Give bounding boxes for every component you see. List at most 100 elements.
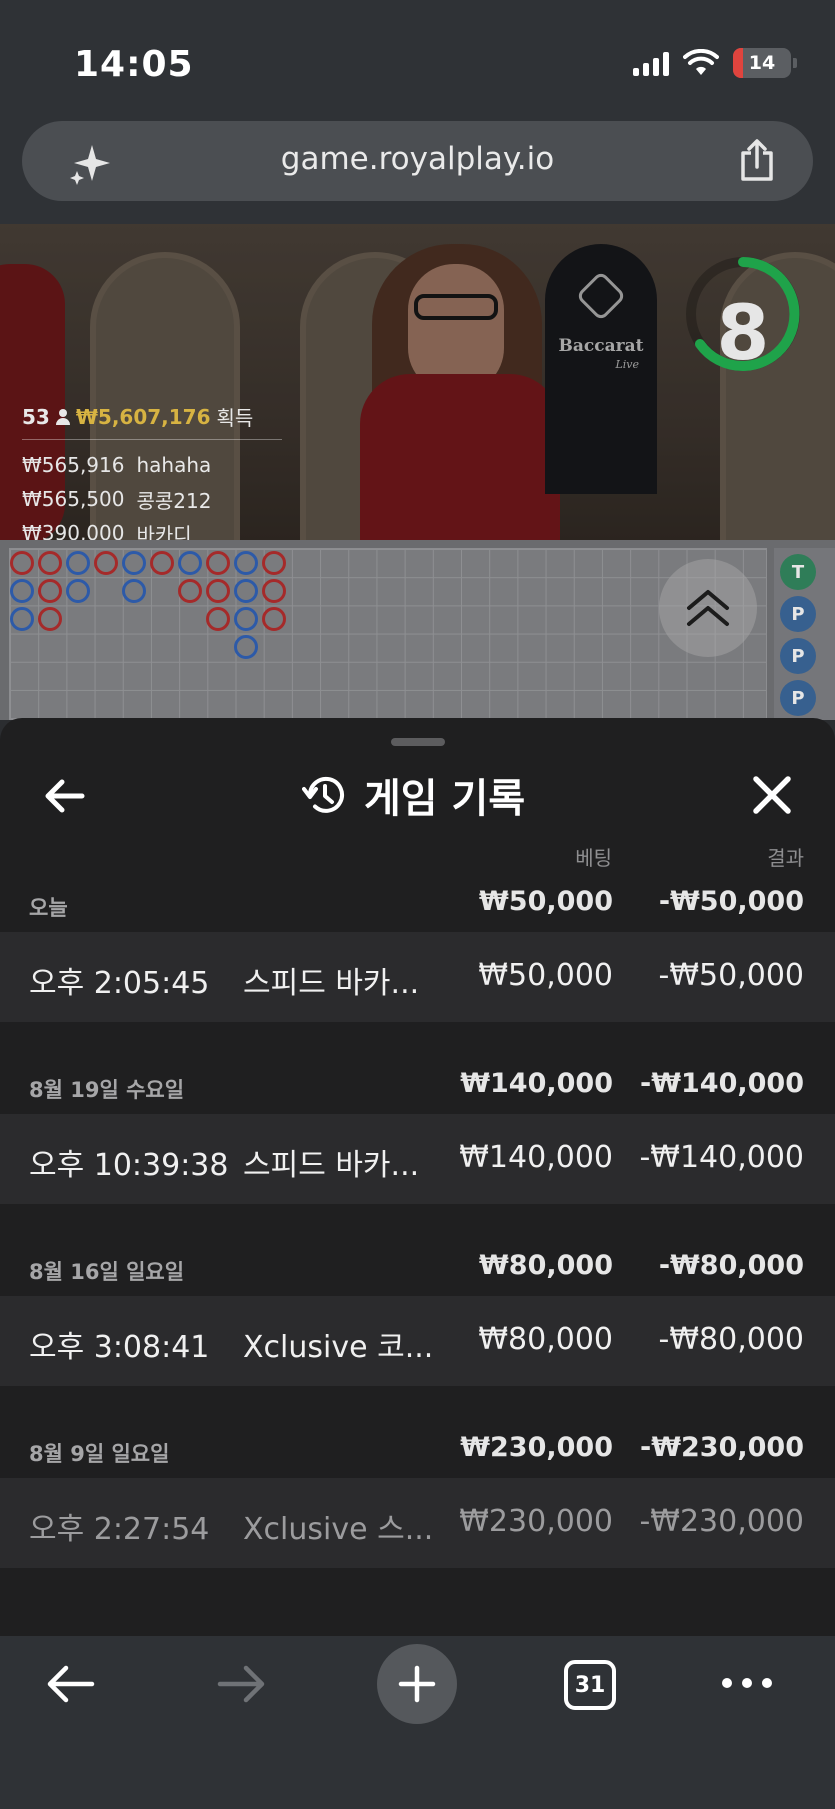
browser-forward-icon[interactable] <box>216 1662 268 1706</box>
status-time: 14:05 <box>74 44 194 85</box>
live-video[interactable]: Baccarat Live 8 53 ₩5,607,176 획득 ₩565,91… <box>0 224 835 540</box>
banker-bead <box>178 579 202 603</box>
group-bet-total: ₩50,000 <box>479 886 613 917</box>
player-bead <box>122 579 146 603</box>
group-result-total: -₩140,000 <box>640 1068 804 1099</box>
row-bet: ₩50,000 <box>478 958 613 993</box>
winner-name: 콩콩212 <box>136 488 212 513</box>
player-bead <box>234 635 258 659</box>
row-result: -₩230,000 <box>639 1504 804 1539</box>
sheet-title: 게임 기록 <box>302 766 525 824</box>
row-result: -₩80,000 <box>658 1322 804 1357</box>
player-bead <box>234 579 258 603</box>
winner-amount: ₩390,000 <box>22 521 125 540</box>
winner-row: ₩565,500 콩콩212 <box>22 482 282 516</box>
share-icon[interactable] <box>737 139 777 183</box>
banker-bead <box>206 579 230 603</box>
row-bet: ₩140,000 <box>459 1140 613 1175</box>
player-bead-label: P <box>780 596 816 632</box>
tabs-button[interactable]: 31 <box>564 1660 616 1710</box>
sheet-title-text: 게임 기록 <box>364 776 526 822</box>
banker-bead <box>262 551 286 575</box>
history-group-header: 오늘 ₩50,000 -₩50,000 <box>0 868 835 936</box>
big-road-grid <box>9 548 767 720</box>
player-bead <box>234 607 258 631</box>
row-result: -₩50,000 <box>658 958 804 993</box>
winners-panel: 53 ₩5,607,176 획득 ₩565,916 hahaha ₩565,50… <box>22 402 282 540</box>
double-chevron-up-icon <box>687 590 729 626</box>
cellular-signal-icon <box>633 50 669 76</box>
banker-bead <box>262 607 286 631</box>
history-icon <box>302 776 344 813</box>
column-header-bet: 베팅 <box>575 846 612 870</box>
winners-total: 53 ₩5,607,176 획득 <box>22 402 282 431</box>
row-bet: ₩230,000 <box>459 1504 613 1539</box>
back-arrow-icon[interactable] <box>40 772 88 820</box>
battery-level: 14 <box>748 52 776 74</box>
player-bead <box>10 579 34 603</box>
group-date: 8월 19일 수요일 <box>29 1078 185 1102</box>
group-result-total: -₩80,000 <box>658 1250 804 1281</box>
player-bead <box>66 579 90 603</box>
plus-icon <box>398 1665 436 1703</box>
row-game: Xclusive 코... <box>243 1330 434 1365</box>
row-time: 오후 10:39:38 <box>29 1148 229 1183</box>
more-options-icon[interactable] <box>722 1678 772 1688</box>
player-bead <box>178 551 202 575</box>
banker-bead <box>94 551 118 575</box>
row-game: 스피드 바카... <box>243 966 420 1001</box>
person-icon <box>55 408 70 425</box>
history-row[interactable]: 오후 3:08:41 Xclusive 코... ₩80,000 -₩80,00… <box>0 1296 835 1386</box>
row-bet: ₩80,000 <box>478 1322 613 1357</box>
banker-bead <box>38 551 62 575</box>
bead-road-column: T P P P <box>774 548 835 720</box>
history-row[interactable]: 오후 2:27:54 Xclusive 스... ₩230,000 -₩230,… <box>0 1478 835 1568</box>
winner-amount: ₩565,500 <box>22 487 125 511</box>
player-bead <box>10 607 34 631</box>
url-bar[interactable]: game.royalplay.io <box>22 121 813 201</box>
game-history-sheet: 게임 기록 베팅 결과 오늘 ₩50,000 -₩50,000 오후 2:05:… <box>0 718 835 1636</box>
history-group-header: 8월 9일 일요일 ₩230,000 -₩230,000 <box>0 1414 835 1482</box>
tie-bead: T <box>780 554 816 590</box>
banker-bead <box>206 607 230 631</box>
battery-icon: 14 <box>733 48 797 78</box>
history-row[interactable]: 오후 10:39:38 스피드 바카... ₩140,000 -₩140,000 <box>0 1114 835 1204</box>
browser-chrome: 14:05 14 game.royalplay.io <box>0 0 835 224</box>
winners-count: 53 <box>22 404 50 429</box>
winners-divider <box>22 439 282 440</box>
winner-amount: ₩565,916 <box>22 453 125 477</box>
url-text[interactable]: game.royalplay.io <box>22 141 813 177</box>
winner-name: hahaha <box>136 453 212 477</box>
banker-bead <box>262 579 286 603</box>
banker-bead <box>150 551 174 575</box>
winner-row: ₩390,000 바카디 <box>22 516 282 540</box>
banker-bead <box>38 607 62 631</box>
group-date: 오늘 <box>29 896 68 920</box>
row-time: 오후 2:27:54 <box>29 1512 210 1547</box>
history-group-header: 8월 16일 일요일 ₩80,000 -₩80,000 <box>0 1232 835 1300</box>
row-game: 스피드 바카... <box>243 1148 420 1183</box>
banker-bead <box>206 551 230 575</box>
browser-back-icon[interactable] <box>44 1662 96 1706</box>
group-date: 8월 16일 일요일 <box>29 1260 185 1284</box>
group-result-total: -₩230,000 <box>640 1432 804 1463</box>
history-row[interactable]: 오후 2:05:45 스피드 바카... ₩50,000 -₩50,000 <box>0 932 835 1022</box>
player-bead <box>122 551 146 575</box>
winner-row: ₩565,916 hahaha <box>22 448 282 482</box>
winner-name: 바카디 <box>136 522 192 541</box>
new-tab-button[interactable] <box>377 1644 457 1724</box>
banker-bead <box>10 551 34 575</box>
winners-total-amount: ₩5,607,176 <box>75 404 211 429</box>
player-bead-label: P <box>780 638 816 674</box>
sheet-grabber[interactable] <box>391 738 445 746</box>
group-date: 8월 9일 일요일 <box>29 1442 170 1466</box>
group-bet-total: ₩140,000 <box>460 1068 613 1099</box>
player-bead-label: P <box>780 680 816 716</box>
row-time: 오후 3:08:41 <box>29 1330 210 1365</box>
column-header-result: 결과 <box>767 846 804 870</box>
collapse-roadmap-button[interactable] <box>659 559 757 657</box>
banker-bead <box>38 579 62 603</box>
countdown-number: 8 <box>716 288 770 377</box>
row-result: -₩140,000 <box>639 1140 804 1175</box>
close-icon[interactable] <box>747 770 797 820</box>
